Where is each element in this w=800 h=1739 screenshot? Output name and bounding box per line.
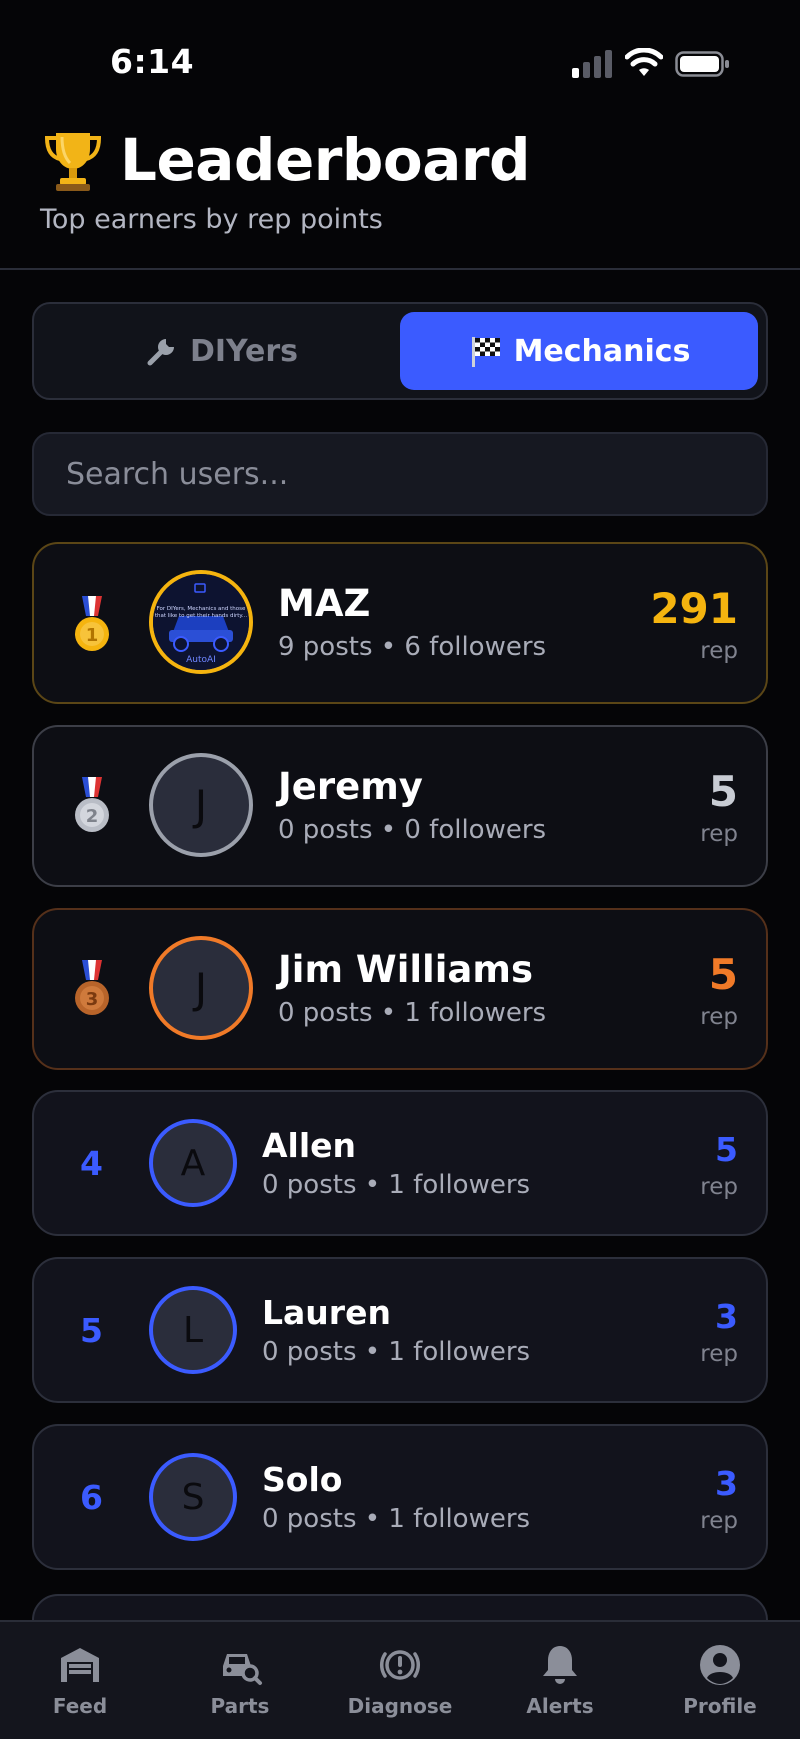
checkered-flag-icon	[471, 337, 500, 367]
avatar[interactable]: J	[149, 936, 253, 1040]
user-stats: 0 posts • 1 followers	[262, 1170, 531, 1200]
rank-number: 6	[80, 1478, 103, 1517]
user-name[interactable]: Solo	[262, 1460, 342, 1499]
user-name[interactable]: Lauren	[262, 1293, 391, 1332]
avatar-initial: J	[194, 780, 208, 830]
nav-parts-label: Parts	[210, 1694, 270, 1718]
leaderboard-row-5[interactable]: 5 L Lauren 0 posts • 1 followers 3 rep	[32, 1257, 768, 1403]
avatar[interactable]: S	[149, 1453, 237, 1541]
signal-icon	[572, 50, 612, 78]
avatar[interactable]: J	[149, 753, 253, 857]
avatar[interactable]: For DIYers, Mechanics and those that lik…	[149, 570, 253, 674]
user-name[interactable]: Jim Williams	[278, 948, 533, 991]
wrench-icon	[147, 339, 174, 366]
tab-mechanics[interactable]: Mechanics	[400, 312, 758, 390]
page-title: Leaderboard	[120, 126, 531, 194]
svg-text:2: 2	[86, 806, 99, 827]
trophy-icon	[44, 133, 102, 191]
nav-diagnose[interactable]: Diagnose	[320, 1622, 480, 1739]
autoai-logo-icon: For DIYers, Mechanics and those that lik…	[153, 574, 249, 670]
nav-profile[interactable]: Profile	[640, 1622, 800, 1739]
leaderboard-row-2[interactable]: 2 J Jeremy 0 posts • 0 followers 5 rep	[32, 725, 768, 887]
warning-circle-icon	[380, 1650, 420, 1680]
leaderboard-row-6[interactable]: 6 S Solo 0 posts • 1 followers 3 rep	[32, 1424, 768, 1570]
user-stats: 9 posts • 6 followers	[278, 632, 547, 662]
rep-label: rep	[700, 1004, 738, 1030]
rep-points: 5	[715, 1130, 738, 1169]
user-stats: 0 posts • 1 followers	[262, 1337, 531, 1367]
rep-points: 3	[715, 1464, 738, 1503]
status-bar: 6:14	[0, 0, 800, 110]
nav-profile-label: Profile	[683, 1694, 757, 1718]
user-name[interactable]: Allen	[262, 1126, 356, 1165]
rep-points: 291	[650, 584, 738, 633]
tab-diyers[interactable]: DIYers	[42, 312, 400, 390]
avatar-initial: S	[181, 1476, 205, 1518]
rep-label: rep	[700, 1508, 738, 1534]
battery-icon	[675, 51, 729, 77]
nav-alerts-label: Alerts	[526, 1694, 594, 1718]
title-row: Leaderboard	[40, 120, 760, 200]
svg-text:3: 3	[86, 989, 99, 1010]
rep-label: rep	[700, 638, 738, 664]
user-name[interactable]: MAZ	[278, 582, 370, 625]
nav-parts[interactable]: Parts	[160, 1622, 320, 1739]
bottom-nav: Feed Parts Diagnose Alerts Profile	[0, 1620, 800, 1739]
avatar-initial: L	[182, 1309, 204, 1351]
wifi-icon	[625, 48, 663, 76]
rep-label: rep	[700, 821, 738, 847]
leaderboard-row-1[interactable]: 1 For DIYers, Mechanics and those that l…	[32, 542, 768, 704]
garage-icon	[61, 1648, 99, 1682]
search-input[interactable]	[32, 432, 768, 516]
rep-points: 5	[708, 950, 738, 999]
nav-alerts[interactable]: Alerts	[480, 1622, 640, 1739]
rep-label: rep	[700, 1341, 738, 1367]
page-subtitle: Top earners by rep points	[40, 204, 383, 235]
logo-tagline-line-2: that like to get their hands dirty...	[155, 613, 248, 619]
logo-wordmark: AutoAI	[186, 655, 216, 665]
avatar-initial: A	[180, 1142, 206, 1184]
leaderboard-row-4[interactable]: 4 A Allen 0 posts • 1 followers 5 rep	[32, 1090, 768, 1236]
rank-number: 4	[80, 1144, 103, 1183]
silver-medal-icon: 2	[75, 777, 109, 832]
tab-diyers-label: DIYers	[189, 333, 299, 369]
tab-mechanics-label: Mechanics	[513, 333, 691, 369]
user-stats: 0 posts • 1 followers	[262, 1504, 531, 1534]
user-stats: 0 posts • 1 followers	[278, 998, 547, 1028]
user-circle-icon	[700, 1645, 740, 1685]
rep-points: 5	[708, 767, 738, 816]
rep-points: 3	[715, 1297, 738, 1336]
page-header: Leaderboard Top earners by rep points	[40, 120, 760, 235]
leaderboard-row-3[interactable]: 3 J Jim Williams 0 posts • 1 followers 5…	[32, 908, 768, 1070]
user-name[interactable]: Jeremy	[278, 765, 423, 808]
bronze-medal-icon: 3	[75, 960, 109, 1015]
status-time: 6:14	[110, 42, 195, 81]
header-divider	[0, 268, 800, 270]
avatar[interactable]: L	[149, 1286, 237, 1374]
gold-medal-icon: 1	[75, 596, 109, 651]
avatar-initial: J	[194, 963, 208, 1013]
bell-icon	[543, 1646, 577, 1684]
avatar[interactable]: A	[149, 1119, 237, 1207]
nav-feed[interactable]: Feed	[0, 1622, 160, 1739]
logo-tagline-line-1: For DIYers, Mechanics and those	[157, 606, 246, 612]
rep-label: rep	[700, 1174, 738, 1200]
rank-number: 5	[80, 1311, 103, 1350]
svg-text:1: 1	[86, 625, 99, 646]
role-tabs: DIYers Mechanics	[32, 302, 768, 400]
user-stats: 0 posts • 0 followers	[278, 815, 547, 845]
nav-diagnose-label: Diagnose	[347, 1694, 453, 1718]
car-search-icon	[223, 1654, 262, 1685]
nav-feed-label: Feed	[52, 1694, 108, 1718]
